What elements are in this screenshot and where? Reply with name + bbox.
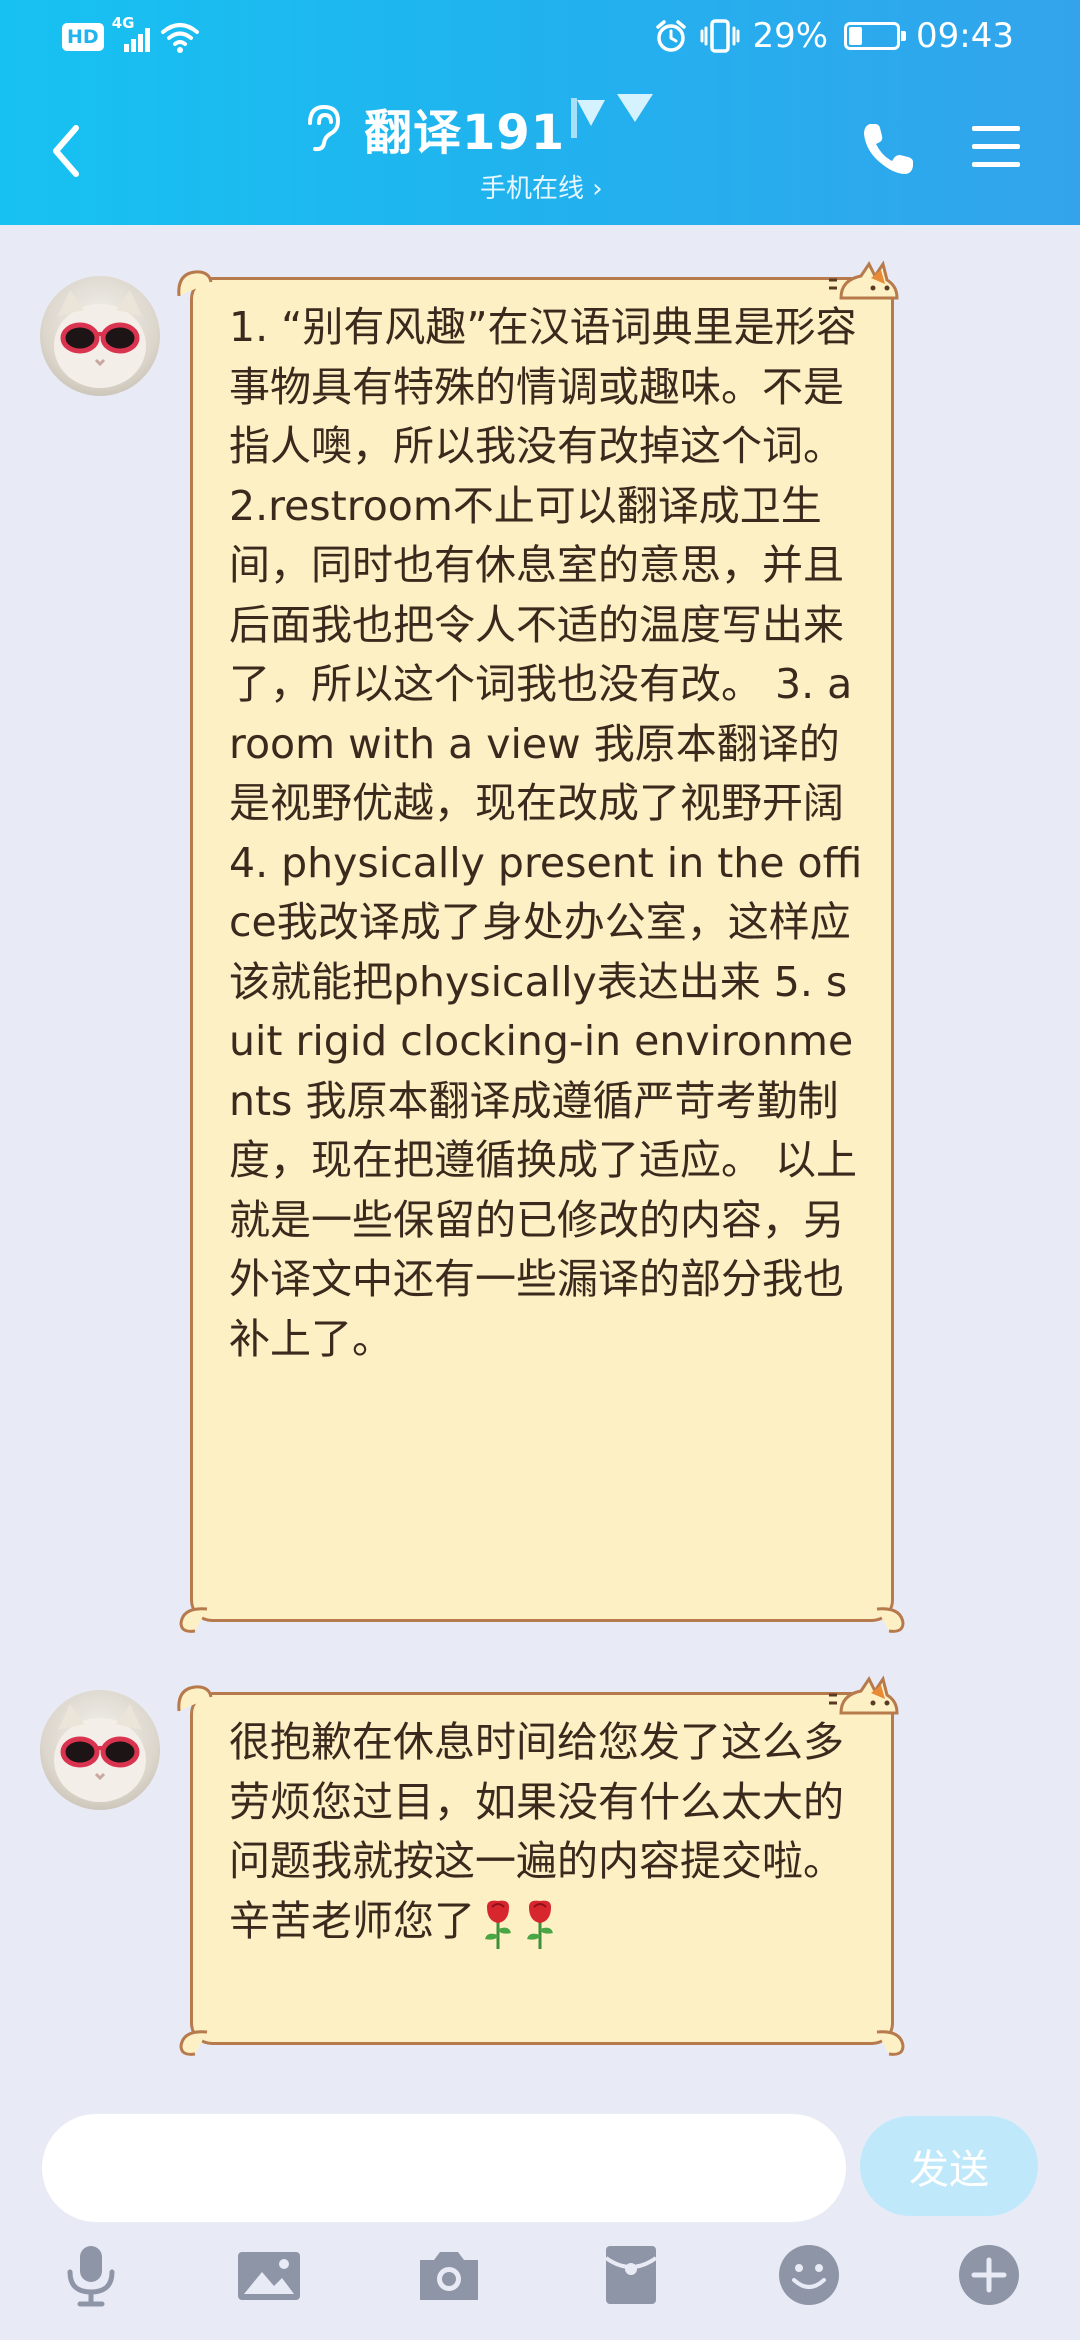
status-bar-right: 29% 09:43 xyxy=(654,14,1014,58)
battery-percent: 29% xyxy=(752,16,829,56)
cat-with-sunglasses-icon xyxy=(54,1704,146,1802)
cat-decoration-icon xyxy=(829,260,899,300)
battery-fill xyxy=(849,27,863,45)
message-input[interactable] xyxy=(42,2114,846,2222)
vibrate-icon xyxy=(700,19,740,53)
status-bar: HD 4G 29% 09:43 xyxy=(0,0,1080,76)
wifi-icon xyxy=(160,23,199,53)
bubble-curl-decoration xyxy=(177,1685,213,1712)
status-bar-left: HD 4G xyxy=(62,14,200,54)
cat-with-sunglasses-icon xyxy=(54,290,146,388)
menu-icon[interactable] xyxy=(970,122,1022,172)
chevron-left-icon xyxy=(53,125,79,177)
image-icon[interactable] xyxy=(236,2242,302,2308)
online-status[interactable]: 手机在线 › xyxy=(480,168,603,205)
message-bubble[interactable]: 1. “别有风趣”在汉语词典里是形容事物具有特殊的情调或趣味。不是指人噢，所以我… xyxy=(177,260,905,1633)
cat-decoration-icon xyxy=(829,1675,899,1715)
chat-header: HD 4G 29% 09:43 翻译191 手机在线 › xyxy=(0,0,1080,225)
signal-icon: 4G xyxy=(112,14,152,54)
chat-title: 翻译191 xyxy=(364,105,566,161)
bubble-curl-decoration xyxy=(177,270,213,297)
camera-icon[interactable] xyxy=(416,2242,482,2308)
contact-avatar[interactable] xyxy=(40,1690,160,1810)
bubble-curl-decoration xyxy=(179,2030,208,2056)
message-bubble[interactable]: 很抱歉在休息时间给您发了这么多劳烦您过目，如果没有什么太大的问题我就按这一遍的内… xyxy=(177,1675,905,2056)
bubble-curl-decoration xyxy=(876,2030,905,2056)
plus-icon[interactable] xyxy=(956,2242,1022,2308)
rose-emoji xyxy=(527,1900,553,1949)
rose-emoji xyxy=(485,1900,511,1949)
emoji-icon[interactable] xyxy=(776,2242,842,2308)
title-bar: 翻译191 手机在线 › xyxy=(0,76,1080,225)
chat-title-area[interactable]: 翻译191 xyxy=(300,94,740,161)
battery-icon xyxy=(844,22,907,50)
phone-icon[interactable] xyxy=(860,118,916,178)
ear-icon xyxy=(308,104,341,152)
hd-badge: HD xyxy=(62,23,104,51)
red-packet-icon[interactable] xyxy=(598,2242,664,2308)
clock: 09:43 xyxy=(916,16,1014,56)
triangle-decoration-icon xyxy=(571,94,654,138)
contact-avatar[interactable] xyxy=(40,276,160,396)
microphone-icon[interactable] xyxy=(58,2242,124,2308)
alarm-icon xyxy=(656,20,687,52)
send-button[interactable]: 发送 xyxy=(860,2116,1038,2216)
bubble-curl-decoration xyxy=(876,1607,905,1633)
message-text: 1. “别有风趣”在汉语词典里是形容事物具有特殊的情调或趣味。不是指人噢，所以我… xyxy=(229,303,863,1363)
network-type-label: 4G xyxy=(111,14,135,32)
bubble-curl-decoration xyxy=(179,1607,208,1633)
back-button[interactable] xyxy=(40,116,90,186)
input-bar: 发送 xyxy=(0,2090,1080,2340)
